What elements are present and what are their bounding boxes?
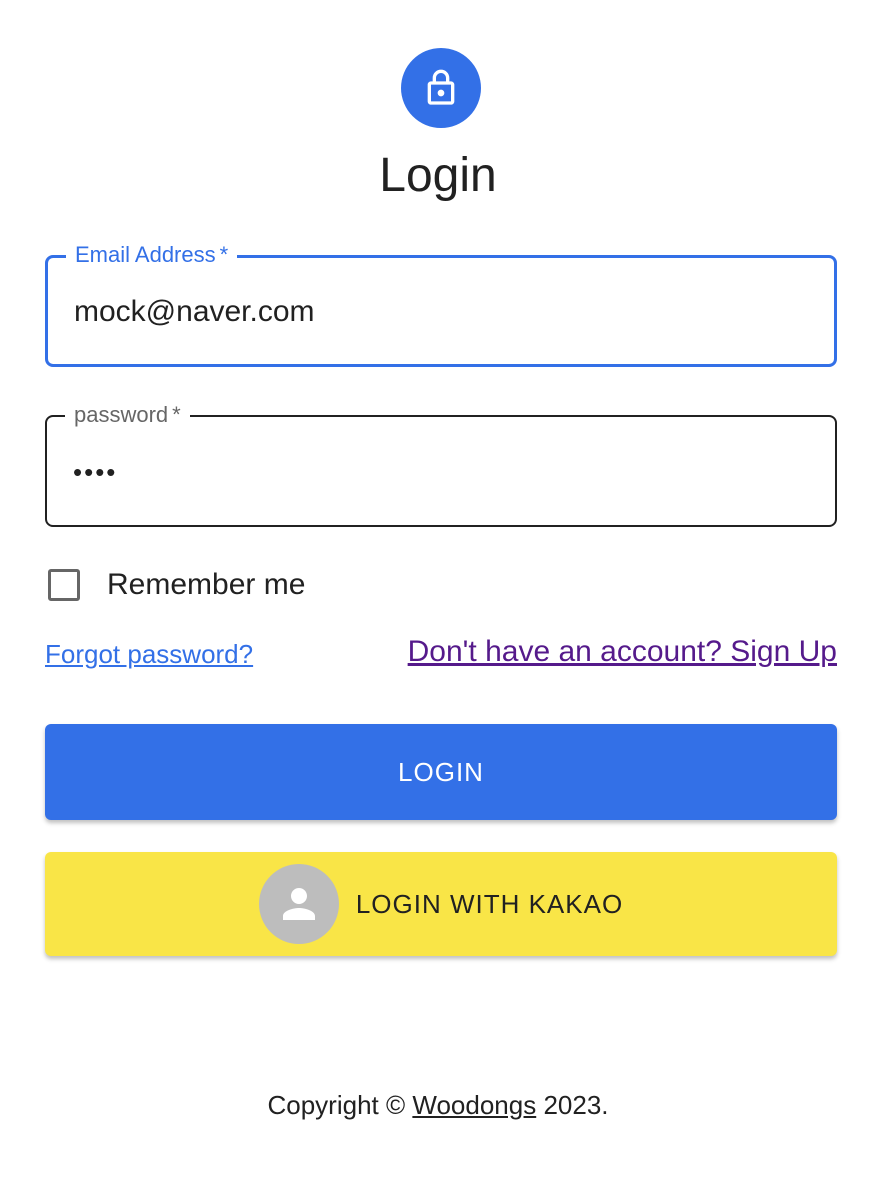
password-label: password * bbox=[65, 401, 190, 429]
password-field[interactable]: password * bbox=[45, 401, 837, 527]
remember-me-checkbox[interactable] bbox=[48, 569, 80, 601]
forgot-password-link[interactable]: Forgot password? bbox=[45, 637, 253, 671]
person-icon bbox=[282, 888, 315, 920]
lock-icon bbox=[427, 69, 455, 105]
email-field[interactable]: Email Address * bbox=[45, 241, 837, 367]
email-input[interactable] bbox=[74, 292, 808, 332]
login-button-label: LOGIN bbox=[398, 756, 484, 787]
lock-avatar bbox=[401, 48, 481, 128]
email-label-text: Email Address bbox=[75, 242, 216, 267]
email-required-mark: * bbox=[219, 242, 229, 267]
copyright-suffix: 2023. bbox=[536, 1090, 609, 1120]
remember-me[interactable]: Remember me bbox=[45, 566, 305, 604]
kakao-avatar bbox=[258, 864, 339, 944]
page-title: Login bbox=[379, 149, 497, 202]
login-button[interactable]: LOGIN bbox=[45, 724, 837, 820]
password-required-mark: * bbox=[172, 402, 181, 427]
email-label: Email Address * bbox=[66, 241, 238, 269]
kakao-login-button[interactable]: LOGIN WITH KAKAO bbox=[45, 852, 837, 956]
password-input[interactable] bbox=[73, 452, 809, 492]
sign-up-link[interactable]: Don't have an account? Sign Up bbox=[408, 633, 837, 671]
copyright-footer: Copyright © Woodongs 2023. bbox=[0, 1088, 876, 1122]
copyright-prefix: Copyright © bbox=[267, 1090, 413, 1120]
password-label-text: password bbox=[74, 402, 169, 427]
woodongs-link[interactable]: Woodongs bbox=[412, 1090, 536, 1120]
kakao-button-label: LOGIN WITH KAKAO bbox=[355, 888, 624, 919]
remember-me-label: Remember me bbox=[107, 568, 306, 601]
